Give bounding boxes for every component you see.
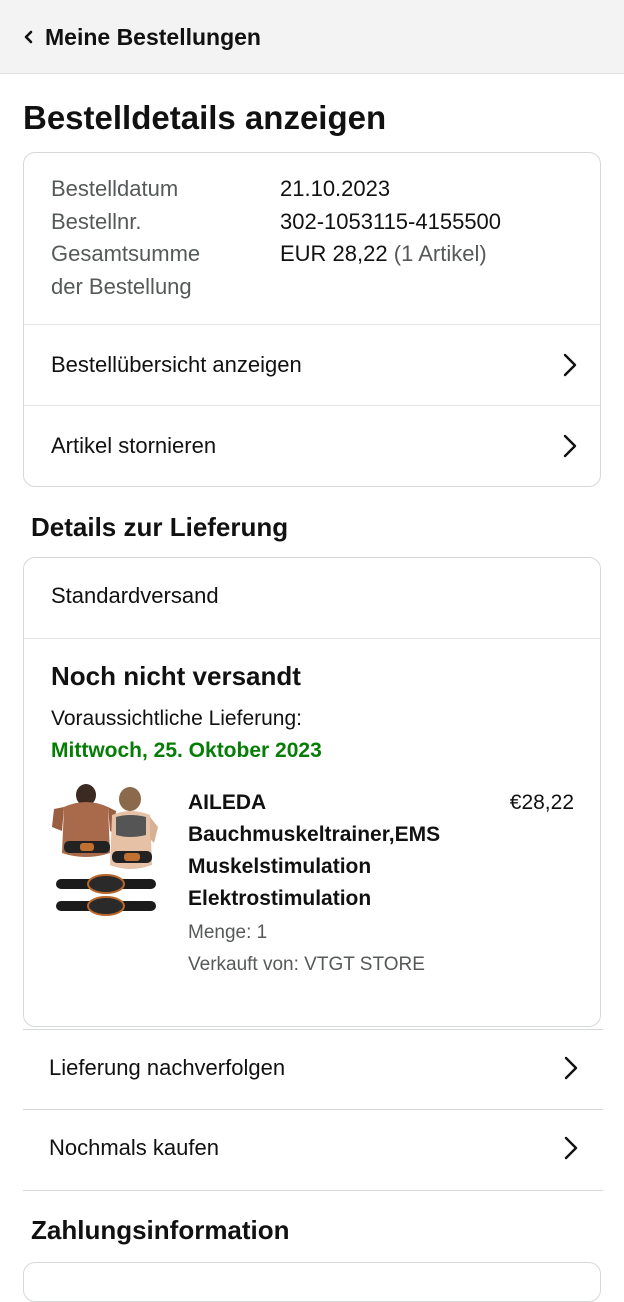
shipment-status: Noch nicht versandt [51,661,301,691]
top-nav-bar: Meine Bestellungen [0,0,624,74]
view-order-summary-label: Bestellübersicht anzeigen [51,352,302,377]
chevron-right-icon [564,1136,578,1160]
delivery-card: Standardversand Noch nicht versandt Vora… [23,557,601,1027]
order-total: EUR 28,22 (1 Artikel) [280,238,501,271]
product-quantity: Menge: 1 [188,922,268,943]
view-order-summary-row[interactable]: Bestellübersicht anzeigen [24,325,600,405]
divider [24,638,600,639]
order-labels: Bestelldatum Bestellnr. Gesamtsumme der … [51,173,251,303]
track-delivery-label: Lieferung nachverfolgen [49,1055,286,1080]
order-total-amount: EUR 28,22 [280,241,388,266]
payment-section-title: Zahlungsinformation [31,1215,290,1245]
product-price: €28,22 [509,791,574,814]
eta-date: Mittwoch, 25. Oktober 2023 [51,739,322,762]
back-to-orders-link[interactable]: Meine Bestellungen [45,22,261,52]
product-title-line: Bauchmuskeltrainer,EMS [188,823,441,846]
order-total-label-2: der Bestellung [51,273,192,299]
order-total-label: Gesamtsumme [51,241,201,266]
track-delivery-row[interactable]: Lieferung nachverfolgen [23,1028,603,1108]
buy-again-label: Nochmals kaufen [49,1135,219,1160]
order-item-count: (1 Artikel) [393,241,487,266]
product-title-line: Muskelstimulation [188,855,372,878]
chevron-left-icon[interactable] [18,24,40,50]
order-date-label: Bestelldatum [51,176,179,201]
product-image[interactable] [50,783,162,923]
cancel-items-row[interactable]: Artikel stornieren [24,406,600,486]
product-title-line: Elektrostimulation [188,887,372,910]
chevron-right-icon [564,1056,578,1080]
page-title: Bestelldetails anzeigen [23,99,387,136]
divider [23,1190,603,1191]
delivery-section-title: Details zur Lieferung [31,512,289,542]
chevron-right-icon [563,353,577,377]
buy-again-row[interactable]: Nochmals kaufen [23,1108,603,1188]
product-title[interactable]: AILEDA Bauchmuskeltrainer,EMS Muskelstim… [188,787,488,915]
order-values: 21.10.2023 302-1053115-4155500 EUR 28,22… [280,173,501,271]
cancel-items-label: Artikel stornieren [51,433,217,458]
order-number-label: Bestellnr. [51,208,142,234]
shipping-method: Standardversand [51,583,219,608]
eta-label: Voraussichtliche Lieferung: [51,707,302,730]
order-date: 21.10.2023 [280,176,391,201]
order-summary-card: Bestelldatum Bestellnr. Gesamtsumme der … [23,152,601,487]
product-seller: Verkauft von: VTGT STORE [188,954,425,975]
payment-card [23,1262,601,1302]
order-number: 302-1053115-4155500 [280,208,502,234]
chevron-right-icon [563,434,577,458]
product-title-line: AILEDA [188,791,267,814]
